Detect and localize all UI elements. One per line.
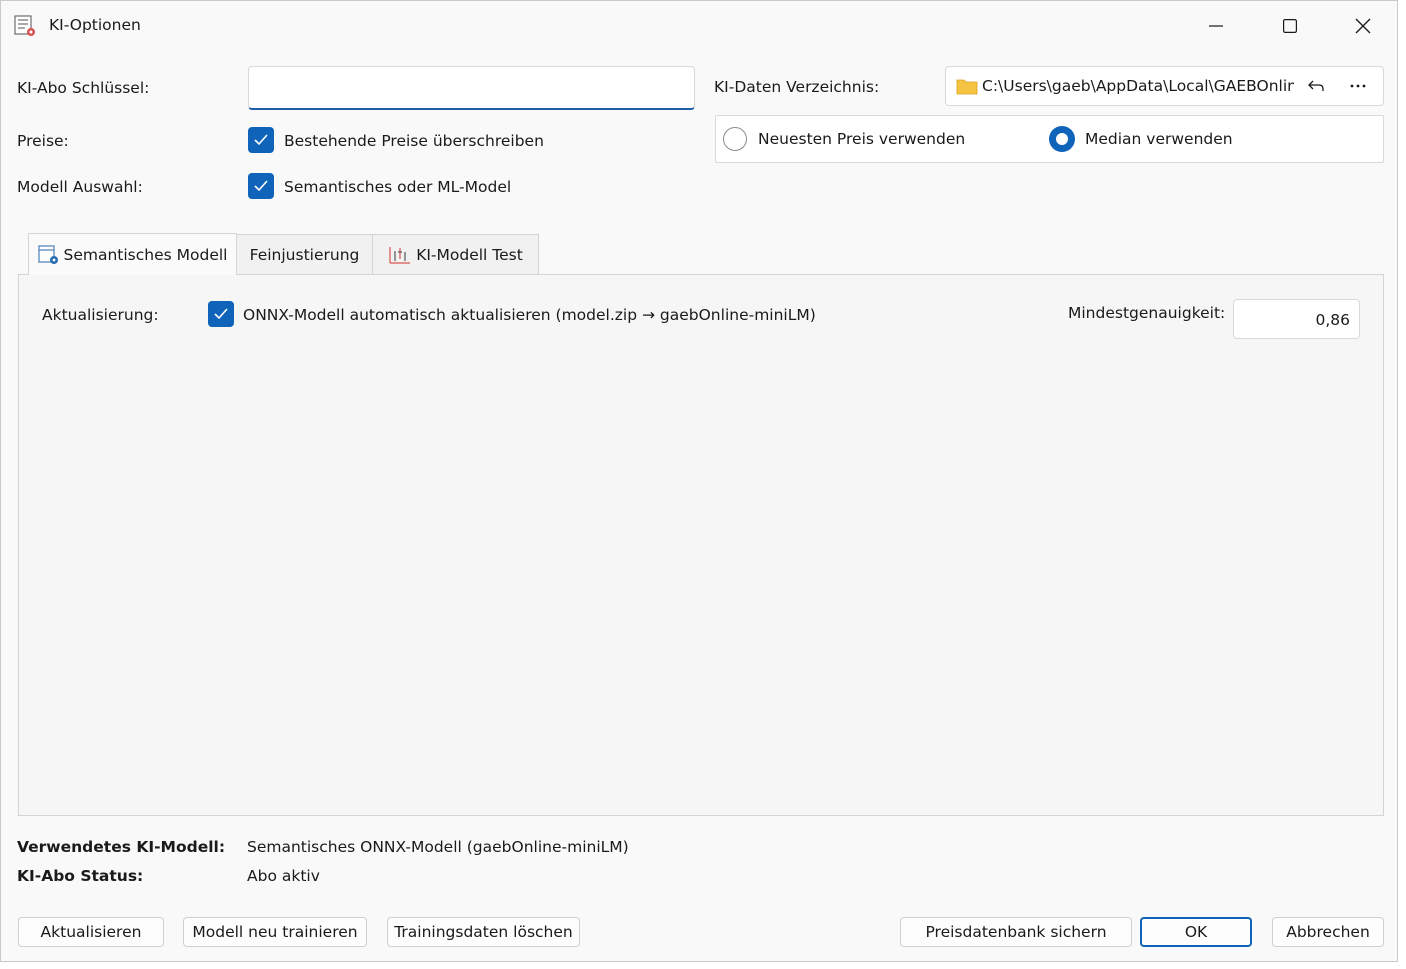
semantic-model-label: Semantisches oder ML-Model [284,178,512,196]
model-settings-icon [37,244,58,264]
abo-key-label: KI-Abo Schlüssel: [17,79,150,97]
radio-newest-label: Neuesten Preis verwenden [758,130,966,148]
min-accuracy-label: Mindestgenauigkeit: [1068,304,1226,322]
overwrite-prices-label: Bestehende Preise überschreiben [284,132,544,150]
tab-semantic-model-label: Semantisches Modell [63,245,228,264]
tab-model-test-label: KI-Modell Test [416,245,523,264]
folder-icon [956,79,978,95]
retrain-model-button[interactable]: Modell neu trainieren [183,917,367,947]
refresh-button[interactable]: Aktualisieren [18,917,164,947]
abo-status-value: Abo aktiv [247,867,320,885]
minimize-button[interactable] [1180,1,1252,51]
settings-list-icon [14,15,35,36]
tab-semantic-model[interactable]: Semantisches Modell [28,233,237,275]
checkmark-icon [254,134,268,146]
data-dir-label: KI-Daten Verzeichnis: [714,78,880,96]
auto-update-checkbox[interactable] [208,301,234,327]
radio-newest-price[interactable] [723,127,747,151]
update-label: Aktualisierung: [42,306,159,324]
delete-training-data-button[interactable]: Trainingsdaten löschen [387,917,580,947]
tab-fine-tuning[interactable]: Feinjustierung [236,234,373,274]
radio-median[interactable] [1049,126,1075,152]
price-mode-group: Neuesten Preis verwenden Median verwende… [715,115,1384,163]
radio-median-label: Median verwenden [1085,130,1233,148]
ok-button[interactable]: OK [1140,917,1252,947]
data-dir-field[interactable]: C:\Users\gaeb\AppData\Local\GAEBOnline\I [945,66,1384,106]
maximize-button[interactable] [1254,1,1326,51]
used-model-label: Verwendetes KI-Modell: [17,838,226,856]
semantic-model-checkbox[interactable] [248,173,274,199]
min-accuracy-input[interactable]: 0,86 [1233,299,1360,339]
prices-label: Preise: [17,132,69,150]
tab-fine-tuning-label: Feinjustierung [249,245,360,264]
window-title: KI-Optionen [49,16,141,34]
tab-model-test[interactable]: KI-Modell Test [372,234,539,274]
undo-icon[interactable] [1308,78,1324,94]
maximize-icon [1283,19,1297,33]
auto-update-label: ONNX-Modell automatisch aktualisieren (m… [243,306,816,324]
title-bar: KI-Optionen [1,1,1397,51]
dialog-window: KI-Optionen KI-Abo Schlüssel: KI-Daten V… [0,0,1398,962]
more-icon[interactable] [1350,84,1366,88]
abo-key-input[interactable] [248,66,695,110]
checkmark-icon [214,308,228,320]
data-dir-value: C:\Users\gaeb\AppData\Local\GAEBOnline\I [982,77,1294,95]
close-icon [1355,18,1371,34]
cancel-button[interactable]: Abbrechen [1272,917,1384,947]
model-select-label: Modell Auswahl: [17,178,143,196]
chart-icon [389,246,411,264]
checkmark-icon [254,180,268,192]
tab-panel: Aktualisierung: ONNX-Modell automatisch … [18,274,1384,816]
min-accuracy-value: 0,86 [1315,311,1350,329]
overwrite-prices-checkbox[interactable] [248,127,274,153]
used-model-value: Semantisches ONNX-Modell (gaebOnline-min… [247,838,629,856]
backup-price-db-button[interactable]: Preisdatenbank sichern [900,917,1132,947]
minimize-icon [1209,25,1223,27]
abo-status-label: KI-Abo Status: [17,867,144,885]
close-button[interactable] [1327,1,1399,51]
